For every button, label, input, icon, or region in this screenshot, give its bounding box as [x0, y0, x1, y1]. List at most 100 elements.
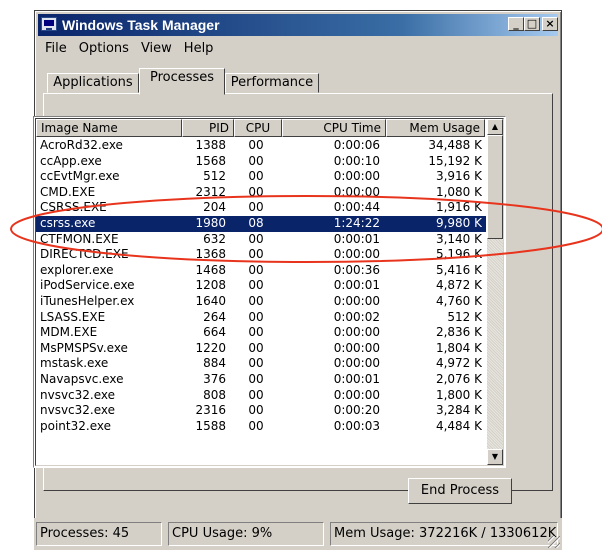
- scroll-up-icon[interactable]: ▲: [487, 119, 503, 135]
- process-name: Navapsvc.exe: [40, 371, 124, 386]
- process-cpu: 00: [248, 325, 264, 340]
- status-mem-usage: Mem Usage: 372216K / 1330612K: [330, 522, 558, 546]
- table-row[interactable]: DIRECTCD.EXE 1368 00 0:00:00 5,196 K: [36, 247, 486, 263]
- process-name: MDM.EXE: [40, 325, 98, 340]
- process-pid: 1640: [195, 293, 226, 308]
- process-mem-usage: 4,484 K: [435, 418, 482, 433]
- process-cpu-time: 0:00:44: [333, 200, 380, 215]
- scroll-down-icon[interactable]: ▼: [487, 449, 503, 465]
- tab-processes[interactable]: Processes: [139, 68, 225, 95]
- table-row[interactable]: CSRSS.EXE 204 00 0:00:44 1,916 K: [36, 200, 486, 216]
- process-pid: 1980: [195, 215, 226, 230]
- process-pid: 512: [203, 169, 226, 184]
- col-cpu-time[interactable]: CPU Time: [282, 119, 386, 137]
- col-cpu[interactable]: CPU: [234, 119, 282, 137]
- process-cpu-time: 0:00:00: [333, 325, 380, 340]
- vertical-scrollbar[interactable]: ▲ ▼: [487, 119, 503, 465]
- process-cpu: 00: [248, 387, 264, 402]
- table-row[interactable]: ccEvtMgr.exe 512 00 0:00:00 3,916 K: [36, 169, 486, 185]
- table-row[interactable]: nvsvc32.exe 2316 00 0:00:20 3,284 K: [36, 403, 486, 419]
- process-mem-usage: 1,804 K: [435, 340, 482, 355]
- minimize-button[interactable]: _: [508, 17, 524, 31]
- tab-performance[interactable]: Performance: [225, 73, 319, 93]
- table-row[interactable]: csrss.exe 1980 08 1:24:22 9,980 K: [36, 215, 486, 232]
- process-mem-usage: 5,196 K: [435, 247, 482, 262]
- table-row[interactable]: ccApp.exe 1568 00 0:00:10 15,192 K: [36, 154, 486, 170]
- table-row[interactable]: point32.exe 1588 00 0:00:03 4,484 K: [36, 419, 486, 435]
- process-cpu: 00: [248, 153, 264, 168]
- process-cpu-time: 0:00:01: [333, 231, 380, 246]
- status-bar: Processes: 45 CPU Usage: 9% Mem Usage: 3…: [34, 518, 562, 550]
- process-rows: AcroRd32.exe 1388 00 0:00:06 34,488 K ccApp.e…: [36, 138, 486, 434]
- process-cpu: 00: [248, 169, 264, 184]
- menu-file[interactable]: File: [39, 39, 73, 58]
- table-row[interactable]: explorer.exe 1468 00 0:00:36 5,416 K: [36, 263, 486, 279]
- process-name: AcroRd32.exe: [40, 138, 123, 152]
- process-mem-usage: 3,284 K: [435, 403, 482, 418]
- process-cpu-time: 0:00:36: [333, 262, 380, 277]
- resize-grip-icon[interactable]: [548, 536, 560, 548]
- table-row[interactable]: Navapsvc.exe 376 00 0:00:01 2,076 K: [36, 372, 486, 388]
- table-row[interactable]: LSASS.EXE 264 00 0:00:02 512 K: [36, 310, 486, 326]
- scroll-thumb[interactable]: [487, 135, 503, 239]
- table-row[interactable]: MDM.EXE 664 00 0:00:00 2,836 K: [36, 325, 486, 341]
- process-name: ccApp.exe: [40, 153, 102, 168]
- process-pid: 2316: [195, 403, 226, 418]
- table-row[interactable]: AcroRd32.exe 1388 00 0:00:06 34,488 K: [36, 138, 486, 154]
- table-row[interactable]: iPodService.exe 1208 00 0:00:01 4,872 K: [36, 278, 486, 294]
- process-pid: 1368: [195, 247, 226, 262]
- process-cpu-time: 0:00:03: [333, 418, 380, 433]
- title-bar[interactable]: Windows Task Manager _ □ ×: [38, 14, 558, 36]
- menu-options[interactable]: Options: [73, 39, 135, 58]
- col-mem-usage[interactable]: Mem Usage: [386, 119, 485, 137]
- process-cpu-time: 0:00:00: [333, 293, 380, 308]
- process-cpu-time: 0:00:00: [333, 387, 380, 402]
- col-image-name[interactable]: Image Name: [36, 119, 182, 137]
- process-cpu: 00: [248, 293, 264, 308]
- menu-view[interactable]: View: [135, 39, 178, 58]
- table-row[interactable]: iTunesHelper.ex 1640 00 0:00:00 4,760 K: [36, 294, 486, 310]
- process-cpu: 00: [248, 262, 264, 277]
- process-mem-usage: 3,916 K: [435, 169, 482, 184]
- status-processes: Processes: 45: [36, 522, 162, 546]
- process-pid: 1468: [195, 262, 226, 277]
- close-button[interactable]: ×: [542, 17, 558, 31]
- tab-applications[interactable]: Applications: [47, 73, 139, 93]
- process-pid: 664: [203, 325, 226, 340]
- process-pid: 1568: [195, 153, 226, 168]
- process-cpu-time: 0:00:00: [333, 169, 380, 184]
- process-mem-usage: 512 K: [447, 309, 482, 324]
- table-row[interactable]: CTFMON.EXE 632 00 0:00:01 3,140 K: [36, 232, 486, 248]
- menu-help[interactable]: Help: [178, 39, 220, 58]
- process-list[interactable]: Image Name PID CPU CPU Time Mem Usage Ac…: [33, 116, 506, 468]
- maximize-button[interactable]: □: [524, 17, 540, 31]
- process-mem-usage: 3,140 K: [435, 231, 482, 246]
- process-mem-usage: 2,076 K: [435, 371, 482, 386]
- process-mem-usage: 4,872 K: [435, 278, 482, 293]
- process-mem-usage: 4,760 K: [435, 293, 482, 308]
- process-cpu: 00: [248, 418, 264, 433]
- table-row[interactable]: mstask.exe 884 00 0:00:00 4,972 K: [36, 356, 486, 372]
- process-name: ccEvtMgr.exe: [40, 169, 120, 184]
- end-process-button[interactable]: End Process: [408, 478, 512, 504]
- process-pid: 264: [203, 309, 226, 324]
- process-cpu-time: 1:24:22: [333, 215, 380, 230]
- table-row[interactable]: nvsvc32.exe 808 00 0:00:00 1,800 K: [36, 388, 486, 404]
- process-cpu-time: 0:00:20: [333, 403, 380, 418]
- table-row[interactable]: MsPMSPSv.exe 1220 00 0:00:00 1,804 K: [36, 341, 486, 357]
- process-name: nvsvc32.exe: [40, 403, 116, 418]
- process-cpu: 00: [248, 200, 264, 215]
- process-mem-usage: 5,416 K: [435, 262, 482, 277]
- menu-bar: File Options View Help: [39, 39, 219, 59]
- process-mem-usage: 15,192 K: [428, 153, 482, 168]
- process-name: point32.exe: [40, 418, 111, 433]
- process-name: nvsvc32.exe: [40, 387, 116, 402]
- process-mem-usage: 1,080 K: [435, 184, 482, 199]
- process-mem-usage: 9,980 K: [435, 215, 482, 230]
- process-cpu: 00: [248, 138, 264, 152]
- process-cpu: 00: [248, 247, 264, 262]
- table-row[interactable]: CMD.EXE 2312 00 0:00:00 1,080 K: [36, 185, 486, 201]
- process-cpu: 00: [248, 309, 264, 324]
- col-pid[interactable]: PID: [182, 119, 234, 137]
- process-pid: 808: [203, 387, 226, 402]
